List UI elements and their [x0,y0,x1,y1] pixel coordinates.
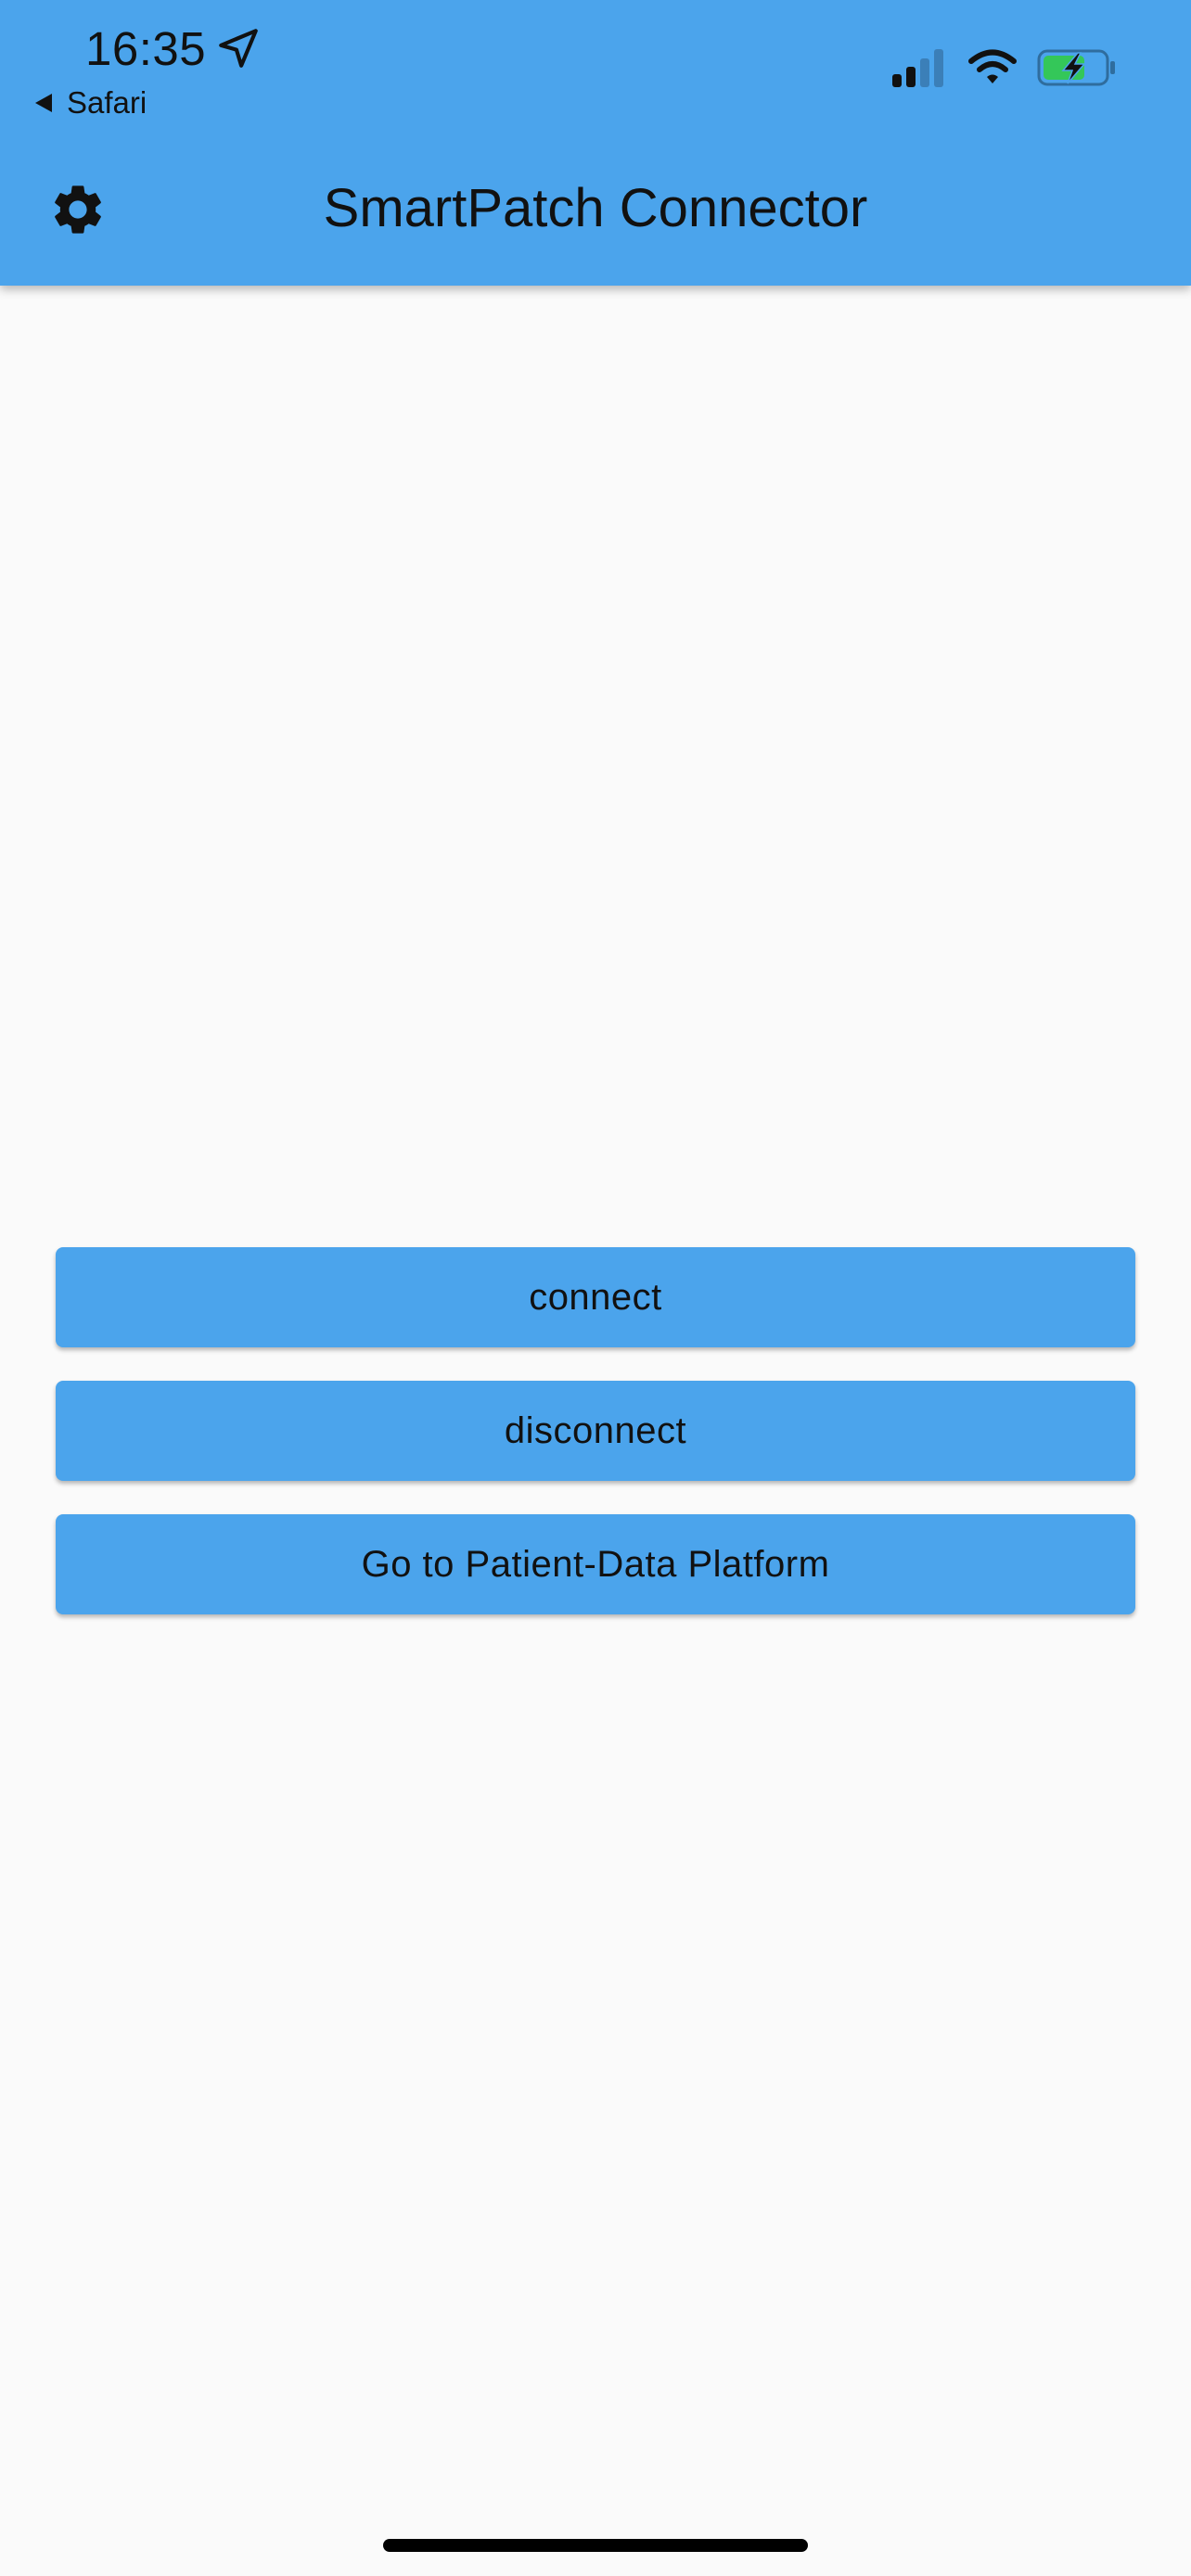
action-buttons: connect disconnect Go to Patient-Data Pl… [56,1247,1135,1648]
home-indicator[interactable] [383,2539,808,2552]
connect-button[interactable]: connect [56,1247,1135,1347]
back-triangle-icon [33,92,54,114]
status-time: 16:35 [85,21,207,75]
wifi-icon [968,49,1017,86]
battery-charging-icon [1037,48,1117,87]
settings-button[interactable] [45,178,111,245]
patient-data-platform-button[interactable]: Go to Patient-Data Platform [56,1514,1135,1614]
disconnect-button[interactable]: disconnect [56,1381,1135,1481]
back-to-app[interactable]: Safari [33,83,147,122]
app-title: SmartPatch Connector [323,178,868,238]
cellular-signal-icon [890,48,946,87]
app-bar: 16:35 Safari SmartPatch Connector [0,0,1191,286]
status-indicators [890,45,1117,91]
location-arrow-icon [215,25,262,71]
status-time-group: 16:35 [85,19,262,78]
back-label: Safari [67,85,147,120]
gear-icon [48,180,108,244]
